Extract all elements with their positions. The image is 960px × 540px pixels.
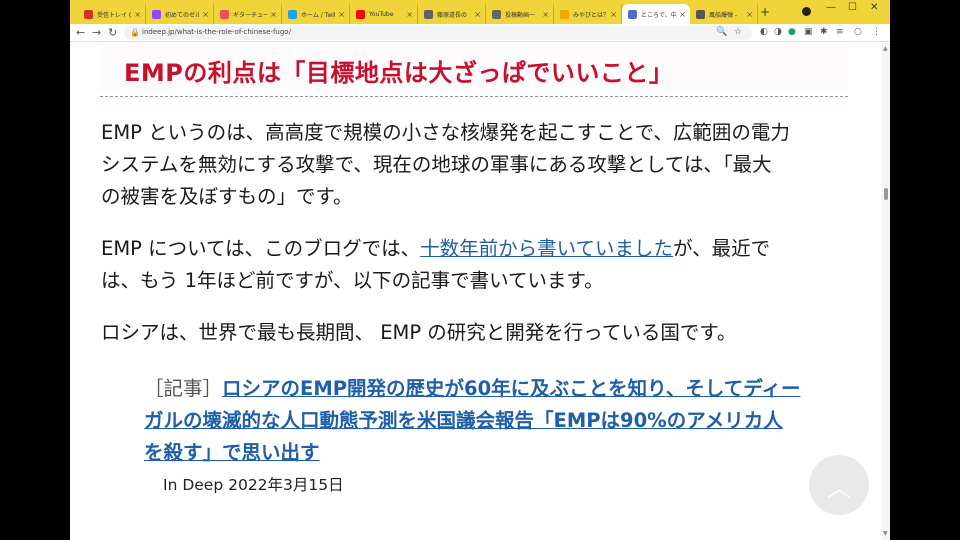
tab-close-icon[interactable]: × [746,10,753,19]
tab-favicon-icon [492,9,501,19]
forward-button[interactable]: → [92,25,101,41]
tab-title: ところで、中国 [641,11,677,19]
tab-close-icon[interactable]: × [679,10,686,19]
related-article-link-line[interactable]: ガルの壊滅的な人口動態予測を米国議会報告「EMPは90%のアメリカ人 [144,409,783,432]
tab-title: ギターチューニ [233,11,268,19]
paragraph-line: EMP については、このブログでは、十数年前から書いていましたが、最近で [101,233,861,265]
browser-window: 受信トレイ (×初めてのゼル×ギターチューニ×ホーム / Twitt×YouTu… [70,0,890,540]
related-line: ［記事］ロシアのEMP開発の歴史が60年に及ぶことを知り、そしてディー [144,373,864,405]
close-window-icon[interactable]: ✕ [870,2,878,13]
related-article-link-line[interactable]: を殺す」で思い出す [144,441,320,464]
text-run: EMP については、このブログでは、 [101,237,421,260]
profile-avatar-icon[interactable]: ○ [854,27,862,37]
paragraph-line: EMP というのは、高高度で規模の小さな核爆発を起こすことで、広範囲の電力 [101,121,790,144]
tab-close-icon[interactable]: × [202,10,209,19]
zoom-icon[interactable]: 🔍 [716,27,727,37]
extension-icon-1[interactable]: ◐ [760,27,768,37]
tab-title: 風船爆弾 - [709,11,738,19]
related-article-meta: In Deep 2022年3月15日 [163,476,344,494]
extension-icon-2[interactable]: ◑ [774,27,782,37]
menu-kebab-icon[interactable]: ⋮ [872,27,881,37]
tab-close-icon[interactable]: × [134,10,141,19]
address-bar[interactable]: 🔒 indeep.jp/what-is-the-role-of-chinese-… [124,26,752,40]
puzzle-icon[interactable]: ✱ [820,27,828,37]
older-posts-link[interactable]: 十数年前から書いていました [420,237,673,260]
tab-close-icon[interactable]: × [542,10,549,19]
section-heading: EMPの利点は「目標地点は大ざっぱでいいこと」 [124,59,674,87]
related-article-link[interactable]: ロシアのEMP開発の歴史が60年に及ぶことを知り、そしてディー [222,377,800,400]
tab-title: YouTube [369,10,394,18]
browser-tab[interactable]: みやびとは？ × [554,4,622,24]
related-article: ［記事］ロシアのEMP開発の歴史が60年に及ぶことを知り、そしてディー ガルの壊… [144,373,864,469]
tab-close-icon[interactable]: × [474,10,481,19]
browser-tab[interactable]: YouTube × [350,4,418,24]
tab-favicon-icon [152,9,161,19]
tab-title: ホーム / Twitt [301,11,336,19]
related-line: を殺す」で思い出す [144,437,864,469]
lock-icon: 🔒 [130,28,140,37]
tab-close-icon[interactable]: × [270,10,277,19]
browser-tab[interactable]: 受信トレイ (× [78,4,146,24]
tab-title: 藤原道長の [437,11,468,19]
extension-icon-4[interactable]: ▣ [804,27,813,37]
tab-favicon-icon [424,9,433,19]
article-page: EMPの利点は「目標地点は大ざっぱでいいこと」 EMP というのは、高高度で規模… [70,43,882,540]
browser-tab[interactable]: ところで、中国× [622,4,690,24]
minimize-icon[interactable]: — [826,2,836,13]
scroll-up-arrow-icon[interactable]: ▲ [883,45,888,52]
tab-strip: 受信トレイ (×初めてのゼル×ギターチューニ×ホーム / Twitt×YouTu… [70,0,890,24]
extension-icon-3[interactable]: ● [788,27,796,37]
new-tab-button[interactable]: + [760,5,770,19]
tab-title: みやびとは？ [573,11,608,19]
scroll-to-top-button[interactable]: ︿ [809,455,869,515]
tab-title: 投稿動画一 [505,11,536,19]
tab-title: 受信トレイ ( [97,11,132,19]
reading-list-icon[interactable]: ≡ [836,27,844,37]
heading-box: EMPの利点は「目標地点は大ざっぱでいいこと」 [100,43,848,91]
tab-favicon-icon [84,9,93,19]
tab-title: 初めてのゼル [165,11,200,19]
tab-favicon-icon [288,9,297,19]
tab-search-icon[interactable] [802,7,811,16]
back-button[interactable]: ← [76,25,85,41]
tab-close-icon[interactable]: × [610,10,617,19]
bookmark-star-icon[interactable]: ☆ [734,27,742,37]
paragraph-line: は、もう 1年ほど前ですが、以下の記事で書いています。 [101,269,604,292]
maximize-icon[interactable]: ☐ [848,2,857,13]
scrollbar-thumb[interactable] [884,188,888,200]
paragraph-line: システムを無効にする攻撃で、現在の地球の軍事にある攻撃としては、「最大 [101,153,772,176]
paragraph-line: ロシアは、世界で最も長期間、 EMP の研究と開発を行っている国です。 [101,321,737,344]
paragraph-emp-definition: EMP というのは、高高度で規模の小さな核爆発を起こすことで、広範囲の電力 シス… [101,117,861,213]
tab-close-icon[interactable]: × [406,10,413,19]
tab-favicon-icon [628,9,637,19]
tab-favicon-icon [696,9,705,19]
related-line: ガルの壊滅的な人口動態予測を米国議会報告「EMPは90%のアメリカ人 [144,405,864,437]
tab-favicon-icon [356,9,365,19]
paragraph-russia: ロシアは、世界で最も長期間、 EMP の研究と開発を行っている国です。 [101,317,861,349]
browser-tab[interactable]: 藤原道長の × [418,4,486,24]
tab-close-icon[interactable]: × [338,10,345,19]
browser-tab[interactable]: 風船爆弾 - × [690,4,758,24]
browser-tab[interactable]: 投稿動画一 × [486,4,554,24]
chevron-up-icon: ︿ [827,473,851,502]
related-tag: ［記事］ [144,377,223,400]
browser-tab[interactable]: ホーム / Twitt × [282,4,350,24]
heading-divider [100,96,848,97]
text-run: が、最近で [673,237,771,260]
url-text[interactable]: indeep.jp/what-is-the-role-of-chinese-fu… [142,28,291,36]
page-scrollbar[interactable]: ▲ ▼ [882,43,890,540]
paragraph-blog-history: EMP については、このブログでは、十数年前から書いていましたが、最近で は、も… [101,233,861,297]
tab-favicon-icon [560,9,569,19]
tab-favicon-icon [220,9,229,19]
toolbar: ← → ↻ 🔒 indeep.jp/what-is-the-role-of-ch… [70,24,890,42]
reload-button[interactable]: ↻ [108,25,117,41]
scroll-down-arrow-icon[interactable]: ▼ [883,530,888,537]
browser-tab[interactable]: ギターチューニ× [214,4,282,24]
browser-tab[interactable]: 初めてのゼル × [146,4,214,24]
paragraph-line: の被害を及ぼすもの」です。 [101,185,353,208]
